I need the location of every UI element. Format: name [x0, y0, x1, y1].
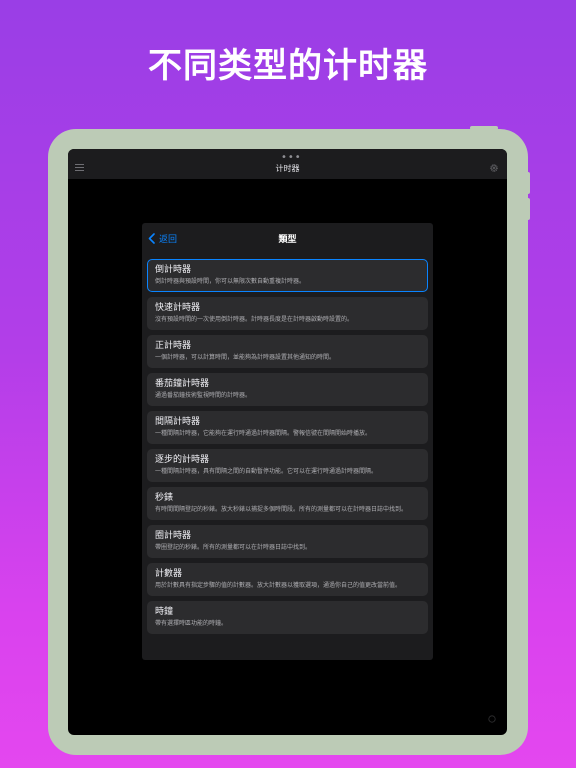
item-description: 用於計數具有指定步驟的值的計數器。放大計數器以獲取選項，通過你自己的值更改當前值…	[155, 582, 402, 589]
item-title: 計數器	[155, 569, 183, 579]
app-title: 计时器	[275, 164, 300, 173]
item-description: 一個計時器，可以計算時間，並能夠為計時器設置其他通知的時間。	[155, 354, 336, 361]
timer-type-list: 倒計時器 倒計時器與預設時間，你可以無限次數自動重複計時器。 快速計時器 沒有預…	[147, 259, 428, 639]
timer-type-item-lap[interactable]: 圈計時器 帶圈登記的秒錶。所有的測量都可以在計時器日誌中找到。	[147, 525, 428, 558]
item-title: 快速計時器	[155, 303, 201, 313]
app-top-bar: ••• 计时器	[68, 149, 507, 179]
timer-type-item-stepped[interactable]: 逐步的計時器 一種間隔計時器，具有間隔之間的自動暫停功能。它可以在運行時通過計時…	[147, 449, 428, 482]
modal-title: 類型	[278, 235, 297, 245]
compass-icon	[488, 715, 496, 723]
item-title: 圈計時器	[155, 531, 192, 541]
item-title: 秒錶	[155, 493, 174, 503]
item-description: 有時間間隔登記的秒錶。放大秒錶以捕捉多個時間段。所有的測量都可以在計時器日誌中找…	[155, 506, 408, 513]
timer-type-item-quick[interactable]: 快速計時器 沒有預設時間的一次使用倒計時器。計時器長度是在計時器啟動時設置的。	[147, 297, 428, 330]
timer-type-item-countup[interactable]: 正計時器 一個計時器，可以計算時間，並能夠為計時器設置其他通知的時間。	[147, 335, 428, 368]
device-top-button	[470, 126, 498, 130]
timer-type-modal: 返回 類型 倒計時器 倒計時器與預設時間，你可以無限次數自動重複計時器。 快速計…	[142, 223, 433, 660]
item-description: 通過番茄鐘技術監視時間的計時器。	[155, 392, 252, 399]
item-description: 帶有選擇時區功能的時鐘。	[155, 620, 228, 627]
promo-headline: 不同类型的计时器	[148, 46, 428, 86]
timer-type-item-stopwatch[interactable]: 秒錶 有時間間隔登記的秒錶。放大秒錶以捕捉多個時間段。所有的測量都可以在計時器日…	[147, 487, 428, 520]
item-title: 時鐘	[155, 607, 174, 617]
item-title: 逐步的計時器	[155, 455, 210, 465]
item-description: 沒有預設時間的一次使用倒計時器。計時器長度是在計時器啟動時設置的。	[155, 316, 354, 323]
item-description: 帶圈登記的秒錶。所有的測量都可以在計時器日誌中找到。	[155, 544, 312, 551]
timer-type-item-countdown[interactable]: 倒計時器 倒計時器與預設時間，你可以無限次數自動重複計時器。	[147, 259, 428, 292]
item-title: 番茄鐘計時器	[155, 379, 210, 389]
timer-type-item-clock[interactable]: 時鐘 帶有選擇時區功能的時鐘。	[147, 601, 428, 634]
timer-type-item-interval[interactable]: 間隔計時器 一種間隔計時器，它能夠在運行時通過計時器間隔。警報信號在間隔開始時播…	[147, 411, 428, 444]
device-screen: ••• 计时器 返回 類型 倒計時器 倒計時器與預設時間，你可以無限次數自動重複…	[68, 149, 507, 735]
modal-header: 返回 類型	[142, 223, 433, 253]
device-volume-button-up	[526, 172, 530, 194]
multitasking-dots[interactable]: •••	[281, 152, 302, 163]
item-title: 倒計時器	[155, 265, 192, 275]
timer-type-item-counter[interactable]: 計數器 用於計數具有指定步驟的值的計數器。放大計數器以獲取選項，通過你自己的值更…	[147, 563, 428, 596]
timer-type-item-pomodoro[interactable]: 番茄鐘計時器 通過番茄鐘技術監視時間的計時器。	[147, 373, 428, 406]
device-volume-button-down	[526, 198, 530, 220]
gear-icon[interactable]	[489, 163, 499, 173]
item-description: 一種間隔計時器，具有間隔之間的自動暫停功能。它可以在運行時通過計時器間隔。	[155, 468, 378, 475]
item-title: 正計時器	[155, 341, 192, 351]
item-description: 倒計時器與預設時間，你可以無限次數自動重複計時器。	[155, 278, 306, 285]
item-description: 一種間隔計時器，它能夠在運行時通過計時器間隔。警報信號在間隔開始時播放。	[155, 430, 372, 437]
item-title: 間隔計時器	[155, 417, 201, 427]
